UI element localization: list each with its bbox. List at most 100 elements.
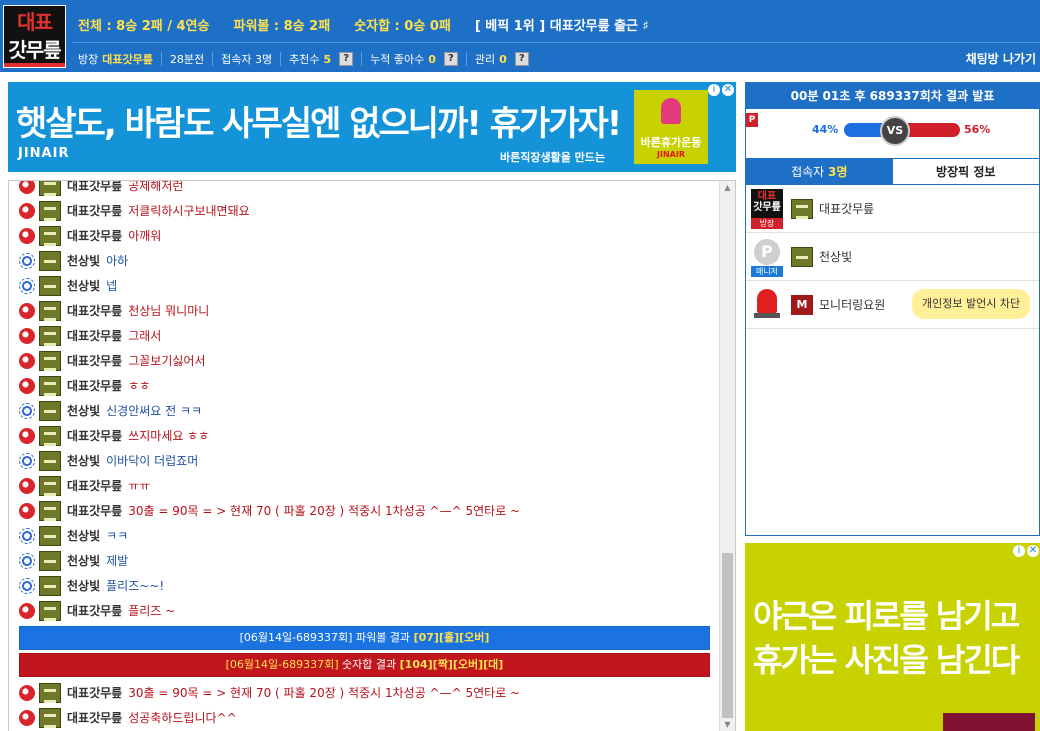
tab-host-pick-info[interactable]: 방장픽 정보 bbox=[892, 159, 1039, 185]
chat-nick[interactable]: 대표갓무릎 bbox=[67, 477, 122, 494]
chat-nick[interactable]: 대표갓무릎 bbox=[67, 709, 122, 726]
chat-nick[interactable]: 대표갓무릎 bbox=[67, 377, 122, 394]
chat-nick[interactable]: 대표갓무릎 bbox=[67, 327, 122, 344]
chat-text: 이바닥이 더럽죠머 bbox=[106, 454, 199, 468]
chat-nick[interactable]: 천상빛 bbox=[67, 577, 100, 594]
recommend-help-button[interactable]: ? bbox=[339, 52, 354, 66]
chat-text: 30출 = 90목 = > 현재 70 ( 파홀 20장 ) 적중시 1차성공 … bbox=[128, 504, 521, 518]
chat-nick[interactable]: 천상빛 bbox=[67, 402, 100, 419]
user-row-host[interactable]: 대표 갓무릎 방장 대표갓무릎 bbox=[746, 185, 1039, 233]
manage-help-button[interactable]: ? bbox=[514, 52, 529, 66]
chat-nick[interactable]: 대표갓무릎 bbox=[67, 202, 122, 219]
likes-help-button[interactable]: ? bbox=[443, 52, 458, 66]
sum-r4: [대] bbox=[483, 658, 504, 671]
chat-message: 대표갓무릎 ㅠㅠ bbox=[9, 473, 721, 498]
scroll-thumb[interactable] bbox=[722, 553, 733, 718]
level-icon bbox=[39, 300, 61, 321]
blue-grade-icon bbox=[19, 527, 35, 544]
chat-nick[interactable]: 대표갓무릎 bbox=[67, 502, 122, 519]
chat-nick[interactable]: 대표갓무릎 bbox=[67, 352, 122, 369]
ad-close-icon[interactable]: ✕ bbox=[722, 84, 734, 96]
chat-message: 대표갓무릎 그래서 bbox=[9, 323, 721, 348]
blue-grade-icon bbox=[19, 402, 35, 419]
pb-prefix: [06월14일-689337회] 파워볼 결과 bbox=[239, 631, 414, 644]
siren-icon bbox=[751, 284, 783, 325]
tab-users-count: 3명 bbox=[828, 165, 848, 179]
user-name: 천상빛 bbox=[819, 250, 853, 264]
chat-text: 그꼴보기싫어서 bbox=[128, 354, 206, 368]
scroll-down-icon[interactable]: ▼ bbox=[720, 718, 735, 731]
chat-nick[interactable]: 대표갓무릎 bbox=[67, 302, 122, 319]
chat-message: 대표갓무릎 30출 = 90목 = > 현재 70 ( 파홀 20장 ) 적중시 … bbox=[9, 680, 721, 705]
siren-base bbox=[754, 312, 780, 318]
p-avatar-icon: P bbox=[754, 238, 780, 265]
exit-chat-button[interactable]: 채팅방 나가기 bbox=[966, 50, 1036, 67]
chat-nick[interactable]: 대표갓무릎 bbox=[67, 227, 122, 244]
right-bar bbox=[908, 123, 960, 137]
side-ad-info-icon[interactable]: i bbox=[1013, 545, 1025, 557]
chat-message: 천상빛 플리즈~~! bbox=[9, 573, 721, 598]
ad-subtext: 바른직장생활을 만드는 bbox=[500, 151, 606, 164]
user-row-monitor[interactable]: M 모니터링요원 개인정보 발언시 차단 bbox=[746, 281, 1039, 329]
top-banner-ad[interactable]: 햇살도, 바람도 사무실엔 없으니까! 휴가가자! JINAIR 바른직장생활을… bbox=[8, 82, 736, 172]
user-row-manager[interactable]: P 매니저 천상빛 bbox=[746, 233, 1039, 281]
chat-message: 대표갓무릎 아깨워 bbox=[9, 223, 721, 248]
chat-text: 성공축하드립니다^^ bbox=[128, 711, 237, 725]
side-banner-ad[interactable]: i ✕ 야근은 피로를 남기고 휴가는 사진을 남긴다 bbox=[745, 543, 1040, 731]
chat-nick[interactable]: 천상빛 bbox=[67, 252, 100, 269]
chat-text: 천상님 뭐니마니 bbox=[128, 304, 210, 318]
level-icon bbox=[39, 375, 61, 396]
chat-scrollbar[interactable]: ▲ ▼ bbox=[719, 181, 735, 731]
red-grade-icon bbox=[19, 377, 35, 394]
chat-text: 플리즈~~! bbox=[106, 579, 165, 593]
chat-text: 그래서 bbox=[128, 329, 162, 343]
recommend-label: 추천수 bbox=[289, 53, 320, 66]
red-grade-icon bbox=[19, 709, 35, 726]
scroll-up-icon[interactable]: ▲ bbox=[720, 181, 735, 195]
ad-info-icon[interactable]: i bbox=[708, 84, 720, 96]
red-grade-icon bbox=[19, 602, 35, 619]
users-info: 접속자 3명 bbox=[213, 52, 282, 66]
chat-nick[interactable]: 천상빛 bbox=[67, 552, 100, 569]
level-icon bbox=[39, 475, 61, 496]
level-icon bbox=[39, 400, 61, 421]
red-grade-icon bbox=[19, 352, 35, 369]
chat-nick[interactable]: 대표갓무릎 bbox=[67, 684, 122, 701]
sum-r2: [짝] bbox=[432, 658, 453, 671]
sum-prefix: [06월14일-689337회] bbox=[225, 658, 339, 671]
chat-area[interactable]: 대표갓무릎 공제해저런 대표갓무릎 저클릭하시구보내면돼요 대표갓무릎 아깨워 천상빛 아하 천… bbox=[8, 180, 736, 731]
chat-text: 아깨워 bbox=[128, 229, 162, 243]
level-icon bbox=[39, 450, 61, 471]
level-icon bbox=[39, 550, 61, 571]
chat-nick[interactable]: 천상빛 bbox=[67, 452, 100, 469]
manage-info: 관리 0 ? bbox=[467, 52, 537, 66]
side-ad-close-icon[interactable]: ✕ bbox=[1027, 545, 1039, 557]
chat-text: 30출 = 90목 = > 현재 70 ( 파홀 20장 ) 적중시 1차성공 … bbox=[128, 686, 521, 700]
powerball-result-bar: [06월14일-689337회] 파워볼 결과 [07][홀][오버] bbox=[19, 626, 710, 650]
chat-nick[interactable]: 대표갓무릎 bbox=[67, 181, 122, 194]
room-logo[interactable]: 대표 갓무릎 bbox=[3, 5, 66, 68]
chat-text: 공제해저런 bbox=[128, 180, 184, 193]
host-label: 방장 bbox=[78, 53, 99, 66]
level-icon bbox=[39, 225, 61, 246]
tab-users[interactable]: 접속자 3명 bbox=[746, 159, 893, 185]
likes-info: 누적 좋아수 0 ? bbox=[362, 52, 467, 66]
logo-line1: 대표 bbox=[17, 10, 53, 34]
level-icon bbox=[39, 250, 61, 271]
chat-nick[interactable]: 천상빛 bbox=[67, 277, 100, 294]
recommend-info: 추천수 5 ? bbox=[281, 52, 363, 66]
level-icon bbox=[39, 600, 61, 621]
role-badge-manager: 매니저 bbox=[751, 265, 783, 277]
people-icon bbox=[661, 98, 681, 124]
chat-nick[interactable]: 대표갓무릎 bbox=[67, 427, 122, 444]
chat-message: 대표갓무릎 30출 = 90목 = > 현재 70 ( 파홀 20장 ) 적중시 … bbox=[9, 498, 721, 523]
chat-text: ㅋㅋ bbox=[106, 529, 129, 543]
chat-nick[interactable]: 대표갓무릎 bbox=[67, 602, 122, 619]
overall-record: 전체 : 8승 2패 / 4연승 bbox=[78, 18, 210, 34]
ad-controls: i ✕ bbox=[708, 84, 734, 96]
chat-list: 대표갓무릎 공제해저런 대표갓무릎 저클릭하시구보내면돼요 대표갓무릎 아깨워 천상빛 아하 천… bbox=[9, 180, 721, 730]
chat-nick[interactable]: 천상빛 bbox=[67, 527, 100, 544]
sum-result-bar: [06월14일-689337회] 숫자합 결과 [104][짝][오버][대] bbox=[19, 653, 710, 677]
level-icon bbox=[39, 525, 61, 546]
side-ad-line2: 휴가는 사진을 남긴다 bbox=[753, 641, 1020, 679]
